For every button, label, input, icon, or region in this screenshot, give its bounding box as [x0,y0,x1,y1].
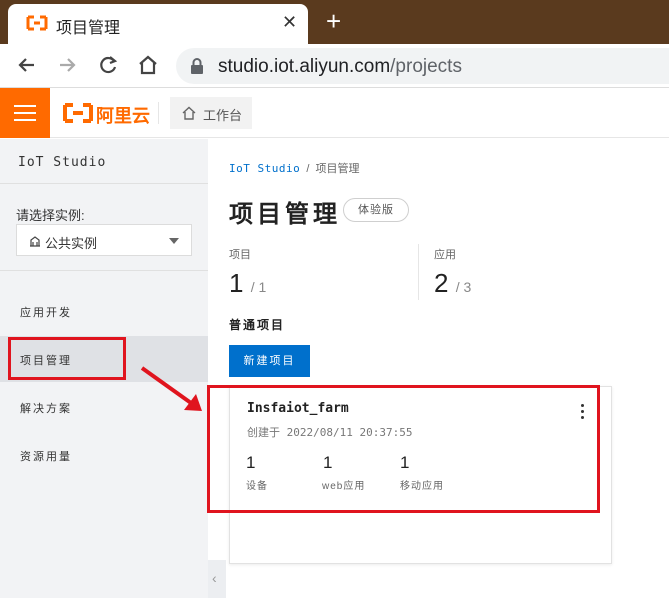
brand-name[interactable]: 阿里云 [96,102,150,128]
hamburger-line [14,112,36,114]
chevron-down-icon [169,238,179,244]
instance-label: 请选择实例: [16,208,85,223]
hamburger-line [14,105,36,107]
url-host: studio.iot.aliyun.com [218,56,391,77]
sidebar-item-label: 应用开发 [20,307,72,319]
instance-value: 公共实例 [45,236,98,251]
tab-close-icon[interactable]: ✕ [282,12,297,33]
sidebar-item-label: 解决方案 [20,403,72,415]
back-arrow-icon[interactable] [14,52,40,78]
app-header: 阿里云 工作台 [0,88,669,138]
url-path: /projects [390,56,462,77]
annotation-arrow-icon [140,366,202,411]
sidebar-item-app-dev[interactable]: 应用开发 [0,288,208,334]
new-project-button[interactable]: 新建项目 [229,345,310,377]
sidebar-title: IoT Studio [18,155,107,170]
edition-badge: 体验版 [343,198,409,222]
stat-apps-label: 应用 [434,249,456,261]
sidebar-item-resource-usage[interactable]: 资源用量 [0,432,208,478]
stat-projects-total: / 1 [250,279,267,295]
url-text: studio.iot.aliyun.com/projects [218,56,462,78]
sidebar-collapse-button[interactable]: ‹ [208,560,226,598]
browser-tab[interactable]: 项目管理 ✕ [8,4,308,44]
instance-select[interactable]: 公共实例 [16,224,192,256]
workbench-label: 工作台 [203,108,243,123]
breadcrumb-separator: / [306,163,310,175]
stat-apps-value: 2 [434,268,449,298]
divider [0,270,208,271]
stat-projects-value: 1 [229,268,244,298]
highlight-box-sidebar [8,337,126,380]
sidebar-item-label: 资源用量 [20,451,72,463]
reload-icon[interactable] [95,52,121,78]
header-divider [158,102,159,124]
stat-apps-total: / 3 [455,279,472,295]
address-bar[interactable]: studio.iot.aliyun.com/projects [176,48,669,84]
stat-projects-label: 项目 [229,249,251,261]
stat-divider [418,244,419,300]
stat-apps: 2 / 3 [434,268,471,299]
aliyun-favicon-icon [26,15,48,31]
hamburger-line [14,119,36,121]
stat-projects: 1 / 1 [229,268,266,299]
breadcrumb: IoT Studio / 项目管理 [229,160,360,176]
home-icon [182,106,196,120]
workbench-button[interactable]: 工作台 [170,97,252,129]
building-icon [30,236,40,247]
divider [0,183,208,184]
breadcrumb-root-link[interactable]: IoT Studio [229,162,300,175]
new-tab-icon[interactable]: + [326,6,341,37]
tab-title: 项目管理 [56,20,121,37]
page-title: 项目管理 [229,199,341,228]
breadcrumb-current: 项目管理 [315,163,360,175]
browser-tab-bar: 项目管理 ✕ + [0,0,669,44]
browser-toolbar: studio.iot.aliyun.com/projects [0,44,669,88]
forward-arrow-icon[interactable] [54,52,80,78]
home-icon[interactable] [135,52,161,78]
section-title: 普通项目 [229,318,286,332]
hamburger-menu-button[interactable] [0,88,50,138]
chevron-left-icon: ‹ [212,570,217,586]
highlight-box-card [207,385,600,513]
lock-icon [191,58,203,74]
aliyun-logo-icon[interactable] [62,102,94,124]
